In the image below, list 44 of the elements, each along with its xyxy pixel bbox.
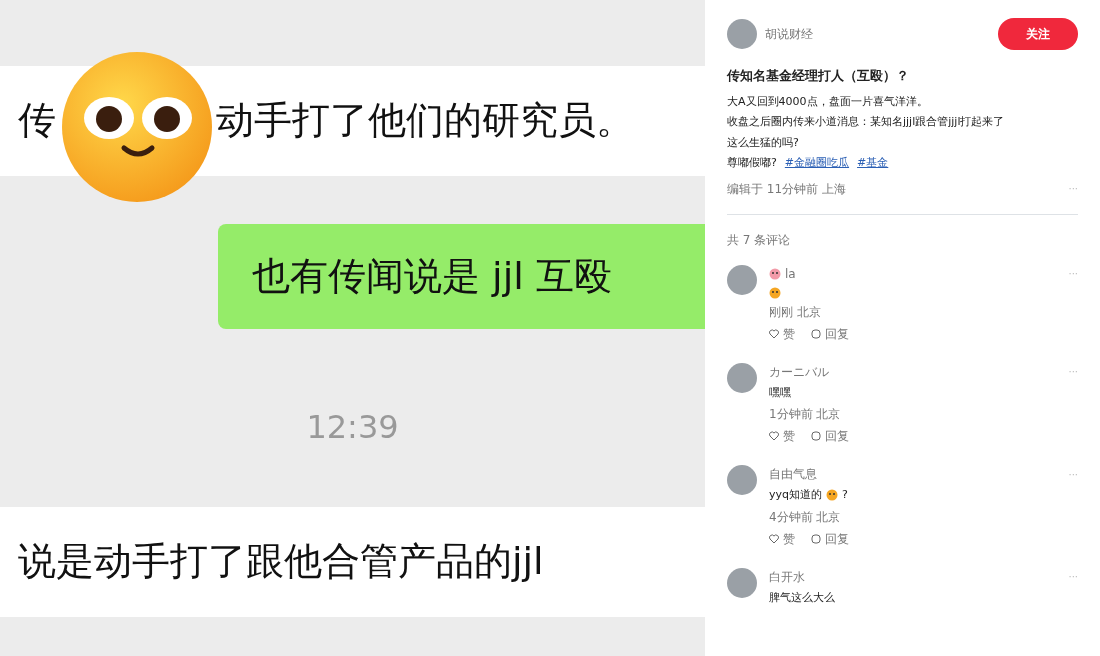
avatar xyxy=(727,465,757,495)
post-text: 大A又回到4000点，盘面一片喜气洋洋。 xyxy=(727,93,929,110)
heart-icon xyxy=(769,431,779,441)
comment-meta: 1分钟前 北京 xyxy=(769,406,842,423)
post-text: 这么生猛的吗? xyxy=(727,134,800,151)
comment-text: 脾气这么大么 xyxy=(769,589,835,606)
avatar xyxy=(727,567,757,598)
author-name: 胡说财经 xyxy=(765,26,813,43)
reply-button[interactable]: 回复 xyxy=(811,529,849,548)
comment-count: 共 7 条评论 xyxy=(727,231,792,249)
comment-text: ? xyxy=(842,487,848,503)
comment-meta: 刚刚 北京 xyxy=(769,303,822,321)
post-text: 尊嘟假嘟? xyxy=(727,155,777,171)
comment-text: yyq知道的 xyxy=(769,487,822,503)
reply-button[interactable]: 回复 xyxy=(811,427,849,445)
speech-bubble-icon xyxy=(811,533,821,544)
comment-meta: 4分钟前 北京 xyxy=(769,508,842,526)
post-meta: 编辑于 11分钟前 上海 xyxy=(727,180,846,198)
post-title: 传知名基金经理打人（互殴）？ xyxy=(727,67,910,85)
like-button[interactable]: 赞 xyxy=(769,427,795,445)
comment-text: 嘿嘿 xyxy=(769,384,791,401)
like-button[interactable]: 赞 xyxy=(769,324,795,343)
message-bubble: 也有传闻说是 jjl 互殴 xyxy=(218,223,705,330)
speech-bubble-icon xyxy=(811,431,821,441)
timestamp: 12:39 xyxy=(305,407,400,449)
message-text: 说是动手打了跟他合管产品的jjl xyxy=(18,539,544,585)
message-text: 动手打了他们的研究员。 xyxy=(216,98,634,144)
avatar xyxy=(727,19,757,49)
message-text: 传 xyxy=(18,98,56,144)
like-button[interactable]: 赞 xyxy=(769,529,795,548)
speech-bubble-icon xyxy=(811,328,821,339)
heart-icon xyxy=(769,533,779,544)
follow-button[interactable]: 关注 xyxy=(998,18,1078,50)
reply-button[interactable]: 回复 xyxy=(811,324,849,343)
hashtag-link[interactable]: #基金 xyxy=(857,155,889,172)
avatar xyxy=(727,362,757,393)
commenter-name: 白开水 xyxy=(769,568,805,586)
commenter-name: カーニバル xyxy=(769,363,829,381)
commenter-name: la xyxy=(785,265,796,283)
post-text: 收盘之后圈内传来小道消息：某知名jjjl跟合管jjjl打起来了 xyxy=(727,114,1006,130)
avatar xyxy=(727,264,757,295)
heart-icon xyxy=(769,328,779,339)
hashtag-link[interactable]: #金融圈吃瓜 xyxy=(784,155,850,172)
commenter-name: 自由气息 xyxy=(769,466,817,483)
